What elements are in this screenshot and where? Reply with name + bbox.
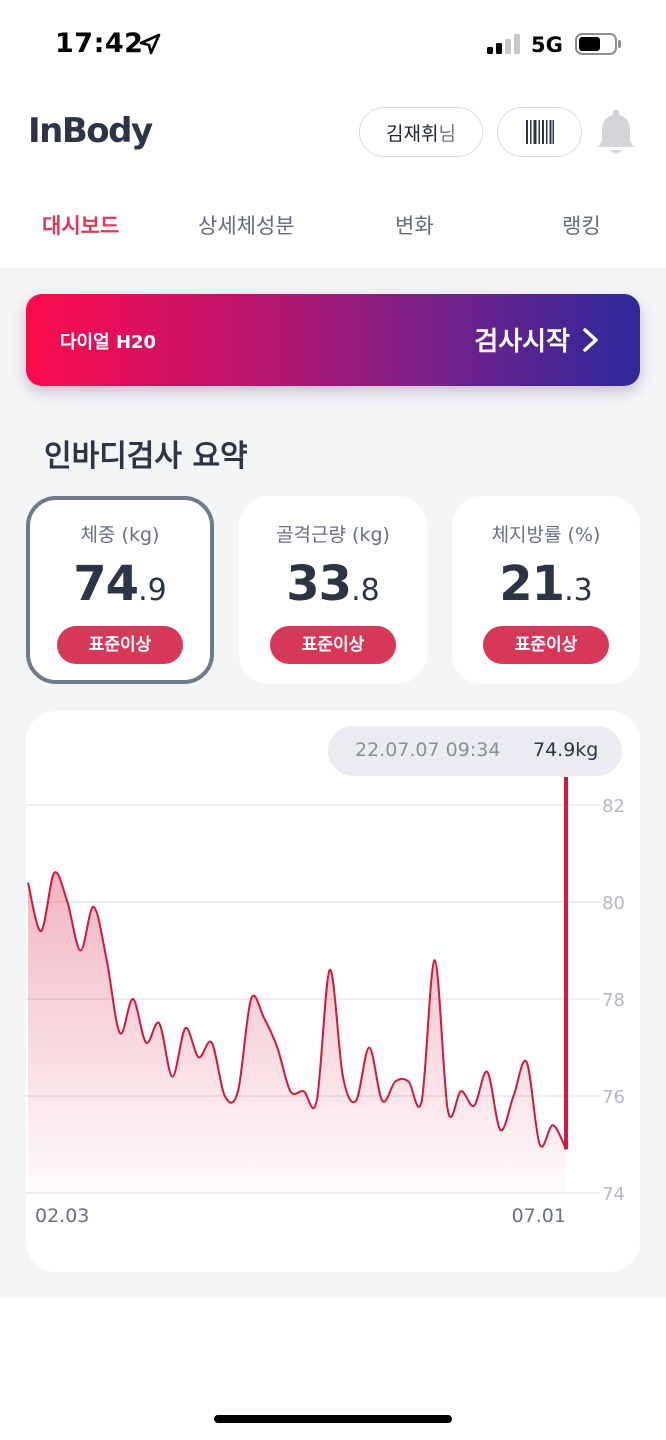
metric-value-int: 74 [73, 556, 139, 612]
status-bar: 17:42 5G [0, 0, 666, 90]
tab-bar: 대시보드 상세체성분 변화 랭킹 [0, 200, 666, 250]
tab-ranking[interactable]: 랭킹 [562, 210, 601, 240]
metric-value: 21.3 [452, 556, 640, 612]
app-header: InBody 김재휘 님 [0, 95, 666, 170]
y-tick-label: 74 [602, 1184, 625, 1205]
weight-trend-card: 82 80 78 76 74 02.03 07.01 22.07.07 09:34 74.… [26, 711, 640, 1272]
barcode-button[interactable] [497, 107, 582, 157]
notification-bell-icon[interactable] [595, 109, 637, 157]
metric-value-dec: .8 [351, 573, 380, 608]
weight-trend-chart[interactable]: 82 80 78 76 74 02.03 07.01 [26, 711, 640, 1272]
metric-value-int: 21 [499, 556, 565, 612]
metric-label: 체중 (kg) [80, 524, 160, 546]
user-honorific: 님 [438, 122, 456, 145]
tooltip-date: 22.07.07 09:34 [355, 739, 501, 761]
tab-detailed-composition[interactable]: 상세체성분 [198, 210, 295, 240]
metric-card-body-fat[interactable]: 체지방률 (%) 21.3 표준이상 [452, 496, 640, 684]
dashboard-content: 다이얼 H20 검사시작 인바디검사 요약 체중 (kg) 74.9 표준이상 … [0, 268, 666, 1298]
barcode-icon [525, 120, 554, 144]
battery-icon [575, 33, 621, 55]
start-test-label: 검사시작 [474, 327, 570, 357]
weight-area-fill [28, 872, 566, 1193]
metric-card-weight[interactable]: 체중 (kg) 74.9 표준이상 [26, 496, 214, 684]
metric-label: 체지방률 (%) [491, 524, 601, 546]
metric-value-int: 33 [286, 556, 352, 612]
cellular-signal-icon [487, 34, 520, 54]
device-name: 다이얼 H20 [60, 332, 157, 353]
tab-dashboard[interactable]: 대시보드 [42, 210, 119, 240]
location-arrow-icon [139, 33, 161, 55]
tab-changes[interactable]: 변화 [395, 210, 434, 240]
start-test-banner[interactable]: 다이얼 H20 검사시작 [26, 294, 640, 386]
y-tick-label: 80 [602, 893, 625, 914]
metric-value: 33.8 [239, 556, 427, 612]
status-badge: 표준이상 [270, 626, 396, 664]
chart-tooltip: 22.07.07 09:34 74.9kg [328, 726, 622, 776]
metric-label: 골격근량 (kg) [276, 524, 390, 546]
status-badge: 표준이상 [57, 626, 183, 664]
x-tick-label: 02.03 [35, 1205, 89, 1227]
network-label: 5G [531, 33, 563, 57]
inbody-logo: InBody [28, 111, 153, 151]
metric-value-dec: .9 [138, 573, 167, 608]
tooltip-value: 74.9kg [533, 739, 599, 761]
metric-value-dec: .3 [564, 573, 593, 608]
status-badge: 표준이상 [483, 626, 609, 664]
x-tick-label: 07.01 [512, 1205, 566, 1227]
user-profile-button[interactable]: 김재휘 님 [359, 107, 483, 157]
metric-card-skeletal-muscle[interactable]: 골격근량 (kg) 33.8 표준이상 [239, 496, 427, 684]
summary-title: 인바디검사 요약 [44, 439, 248, 474]
status-time: 17:42 [55, 28, 144, 59]
y-tick-label: 78 [602, 990, 625, 1011]
metric-value: 74.9 [30, 556, 210, 612]
chevron-right-icon [583, 328, 598, 352]
y-tick-label: 76 [602, 1087, 625, 1108]
home-indicator [214, 1415, 452, 1423]
y-tick-label: 82 [602, 796, 625, 817]
user-name: 김재휘 [386, 122, 439, 145]
